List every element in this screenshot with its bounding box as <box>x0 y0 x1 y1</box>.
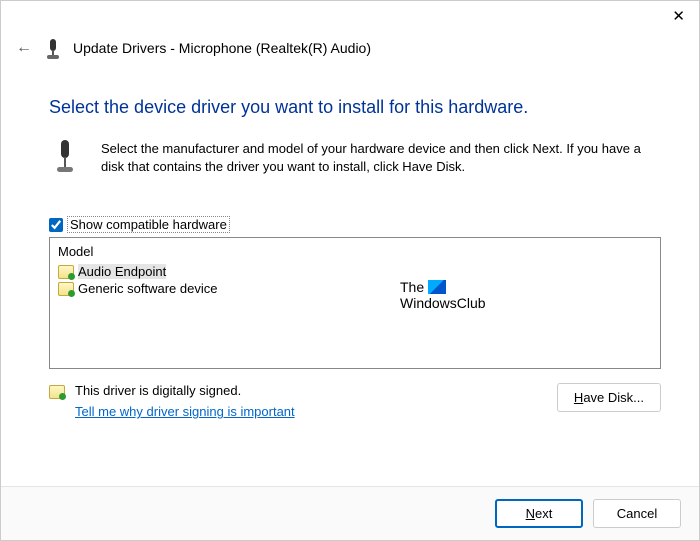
signing-info-link[interactable]: Tell me why driver signing is important <box>75 404 295 419</box>
cancel-button[interactable]: Cancel <box>593 499 681 528</box>
next-button[interactable]: Next <box>495 499 583 528</box>
back-arrow-icon[interactable]: ← <box>15 39 33 57</box>
model-listbox[interactable]: Model Audio Endpoint Generic software de… <box>49 237 661 369</box>
compatible-hardware-checkbox[interactable] <box>49 218 63 232</box>
list-item-label: Generic software device <box>78 281 217 296</box>
microphone-large-icon <box>51 140 79 174</box>
watermark: The WindowsClub <box>400 280 486 311</box>
microphone-icon <box>45 37 61 59</box>
compatible-hardware-label[interactable]: Show compatible hardware <box>67 216 230 233</box>
description-row: Select the manufacturer and model of you… <box>49 140 661 176</box>
driver-card-icon <box>58 265 74 279</box>
description-text: Select the manufacturer and model of you… <box>101 140 661 176</box>
update-drivers-dialog: ✕ ← Update Drivers - Microphone (Realtek… <box>0 0 700 541</box>
signed-driver-icon <box>49 385 65 399</box>
dialog-content: Select the device driver you want to ins… <box>1 69 699 486</box>
compatible-hardware-checkbox-row: Show compatible hardware <box>49 216 661 233</box>
list-item[interactable]: Generic software device <box>56 280 654 297</box>
list-item-label: Audio Endpoint <box>78 264 166 279</box>
dialog-header: ← Update Drivers - Microphone (Realtek(R… <box>1 31 699 69</box>
dialog-title: Update Drivers - Microphone (Realtek(R) … <box>73 40 371 56</box>
titlebar: ✕ <box>1 1 699 31</box>
have-disk-button[interactable]: Have Disk... <box>557 383 661 412</box>
close-icon[interactable]: ✕ <box>672 9 685 24</box>
dialog-footer: Next Cancel <box>1 486 699 540</box>
instruction-heading: Select the device driver you want to ins… <box>49 97 661 118</box>
windowsclub-logo-icon <box>428 280 446 294</box>
signed-text: This driver is digitally signed. <box>75 383 295 398</box>
list-item[interactable]: Audio Endpoint <box>56 263 654 280</box>
signing-row: This driver is digitally signed. Tell me… <box>49 383 661 419</box>
list-header-model: Model <box>56 242 654 263</box>
driver-card-icon <box>58 282 74 296</box>
